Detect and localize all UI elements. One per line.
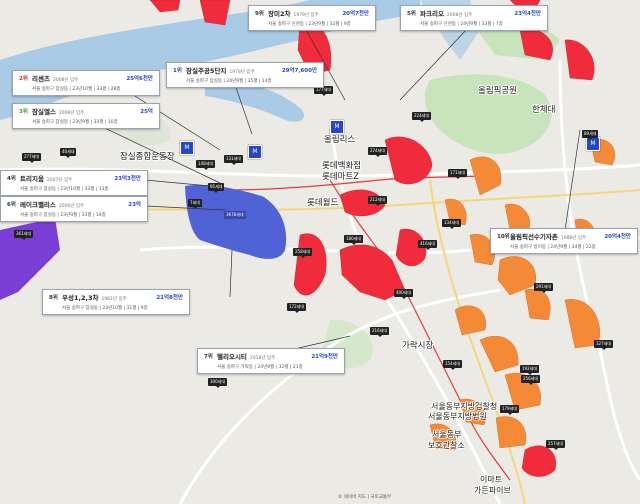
price: 29억7,600만 <box>281 68 317 74</box>
rank-label: 6위 <box>7 202 16 208</box>
complex-detail: 서울 송파구 가락동 | 24년9월 | 32평 | 21층 <box>217 365 303 370</box>
rank-label: 5위 <box>407 11 416 17</box>
rank-card-6[interactable]: 6위 레이크팰리스 2006년 입주 23억 서울 송파구 잠실동 | 23년9월 |… <box>0 196 148 222</box>
rank-card-9[interactable]: 9위 장미2차 1979년 입주 20억7천만 서울 송파구 신천동 | 23년9월 … <box>248 5 376 31</box>
complex-name: 잠실주공5단지 1978년 입주 <box>186 67 255 75</box>
complex-detail: 서울 송파구 잠실동 | 23년10월 | 33평 | 28층 <box>32 87 121 92</box>
rank-label: 2위 <box>19 76 28 82</box>
rank-label: 7위 <box>204 354 213 360</box>
rank-card-2[interactable]: 2위 리센츠 2008년 입주 25억6천만 서울 송파구 잠실동 | 23년10월 … <box>12 70 160 96</box>
complex-name: 장미2차 1979년 입주 <box>268 10 319 18</box>
price: 21억9천만 <box>311 354 338 360</box>
price: 25억6천만 <box>126 76 153 82</box>
rank-card-1[interactable]: 1위 잠실주공5단지 1978년 입주 29억7,600만 서울 송파구 잠실동 | … <box>166 62 324 88</box>
complex-name: 잠실엘스 2008년 입주 <box>32 108 85 116</box>
complex-detail: 서울 송파구 잠실동 | 23년9월 | 33평 | 10층 <box>32 120 118 125</box>
complex-name: 트리지움 2007년 입주 <box>20 175 73 183</box>
price: 23억4천만 <box>514 11 541 17</box>
rank-label: 8위 <box>49 295 58 301</box>
complex-detail: 서울 송파구 잠실동 | 23년9월 | 33평 | 14층 <box>20 213 106 218</box>
complex-name: 리센츠 2008년 입주 <box>32 75 79 83</box>
map-attribution: © 네이버 지도 | 국토교통부 <box>338 495 392 500</box>
complex-detail: 서울 송파구 방이동 | 24년9월 | 34평 | 22층 <box>510 245 596 250</box>
price: 23억3천만 <box>114 176 141 182</box>
rank-label: 1위 <box>173 68 182 74</box>
rank-card-10[interactable]: 10위 올림픽선수기자촌 1988년 입주 20억4천만 서울 송파구 방이동 | 2… <box>490 228 638 254</box>
price: 23억 <box>128 202 141 208</box>
rank-card-8[interactable]: 8위 우성1,2,3차 1981년 입주 21억8천만 서울 송파구 잠실동 | 23… <box>42 289 190 315</box>
complex-name: 레이크팰리스 2006년 입주 <box>20 201 85 209</box>
price: 20억7천만 <box>342 11 369 17</box>
complex-detail: 서울 송파구 잠실동 | 23년10월 | 33평 | 13층 <box>20 187 109 192</box>
complex-name: 우성1,2,3차 1981년 입주 <box>62 294 127 302</box>
complex-name: 파크리오 2008년 입주 <box>420 10 473 18</box>
rank-card-4[interactable]: 4위 트리지움 2007년 입주 23억3천만 서울 송파구 잠실동 | 23년10월… <box>0 170 148 196</box>
complex-detail: 서울 송파구 신천동 | 23년9월 | 32평 | 9층 <box>268 22 351 27</box>
rank-card-7[interactable]: 7위 헬리오시티 2018년 입주 21억9천만 서울 송파구 가락동 | 24년9월… <box>197 348 345 374</box>
rank-label: 4위 <box>7 176 16 182</box>
complex-detail: 서울 송파구 잠실동 | 23년10월 | 31평 | 9층 <box>62 306 148 311</box>
complex-name: 헬리오시티 2018년 입주 <box>217 353 276 361</box>
complex-detail: 서울 송파구 잠실동 | 24년9월 | 35평 | 14층 <box>186 79 272 84</box>
rank-card-3[interactable]: 3위 잠실엘스 2008년 입주 25억 서울 송파구 잠실동 | 23년9월 | 3… <box>12 103 160 129</box>
price: 21억8천만 <box>156 295 183 301</box>
complex-detail: 서울 송파구 신천동 | 24년9월 | 33평 | 7층 <box>420 22 503 27</box>
rank-card-5[interactable]: 5위 파크리오 2008년 입주 23억4천만 서울 송파구 신천동 | 24년9월 … <box>400 5 548 31</box>
price: 20억4천만 <box>604 234 631 240</box>
rank-label: 10위 <box>497 234 510 240</box>
rank-label: 3위 <box>19 109 28 115</box>
complex-name: 올림픽선수기자촌 1988년 입주 <box>510 233 587 241</box>
price: 25억 <box>140 109 153 115</box>
rank-label: 9위 <box>255 11 264 17</box>
